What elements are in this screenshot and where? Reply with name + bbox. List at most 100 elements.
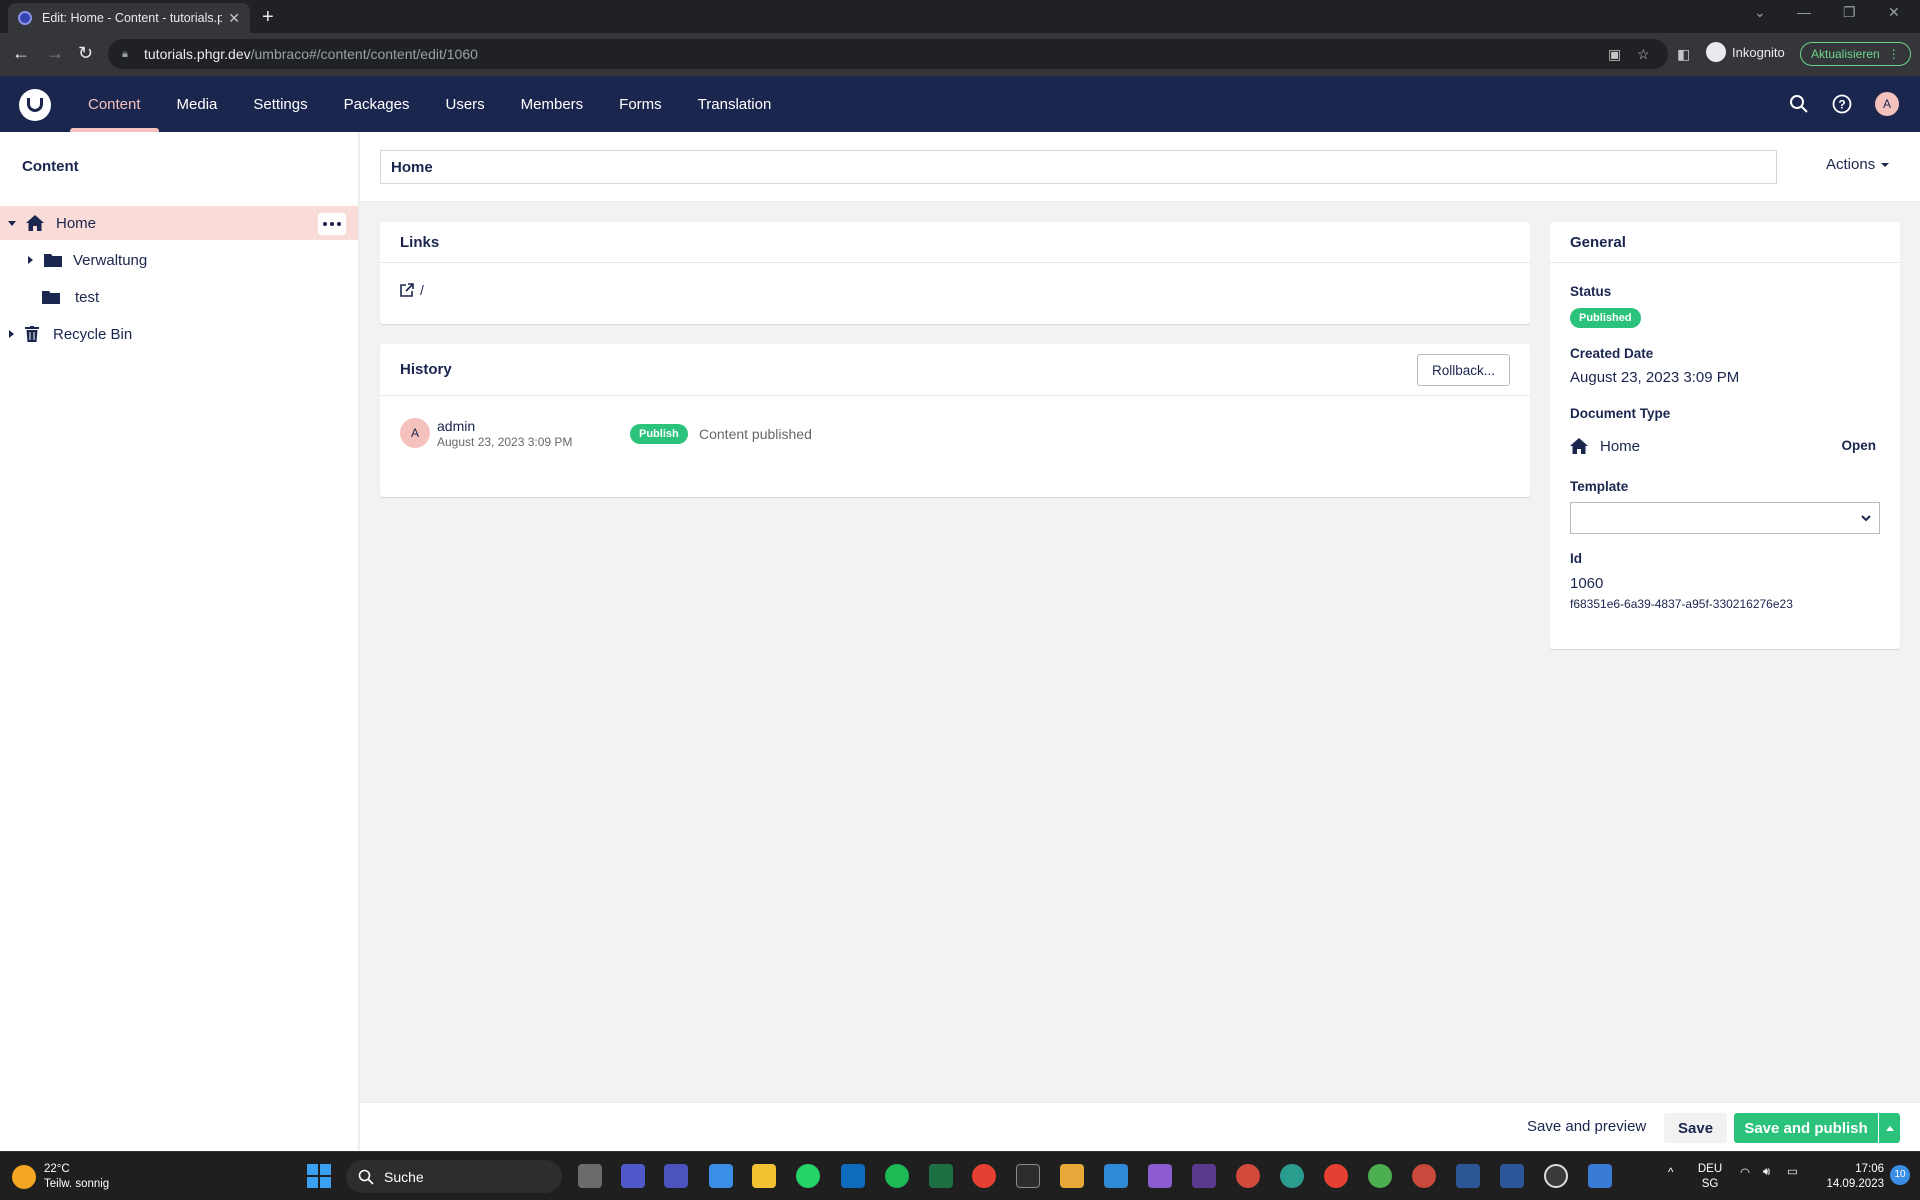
translate-icon[interactable]: ▣ [1608, 46, 1621, 63]
search-icon[interactable] [1789, 94, 1809, 114]
address-bar[interactable]: 🔒︎ tutorials.phgr.dev /umbraco#/content/… [108, 39, 1668, 69]
language-indicator[interactable]: DEU SG [1695, 1162, 1725, 1192]
discord-icon[interactable] [621, 1164, 645, 1188]
history-user: admin [437, 418, 476, 434]
tab-title: Edit: Home - Content - tutorials.phgr.de… [42, 11, 223, 25]
clock[interactable]: 17:06 14.09.2023 [1814, 1162, 1884, 1192]
tray-chevron-up-icon[interactable]: ^ [1668, 1166, 1673, 1181]
save-and-publish-button[interactable]: Save and publish [1734, 1113, 1878, 1143]
tree-item-recycle-bin[interactable]: Recycle Bin [0, 317, 358, 351]
terminal-icon[interactable] [1016, 1164, 1040, 1188]
vscode-icon[interactable] [1104, 1164, 1128, 1188]
app-icon[interactable] [1280, 1164, 1304, 1188]
weather-sun-icon [12, 1165, 36, 1189]
section-users[interactable]: Users [427, 76, 502, 132]
save-and-preview-button[interactable]: Save and preview [1527, 1118, 1646, 1135]
open-doctype-link[interactable]: Open [1841, 438, 1876, 453]
forward-icon[interactable]: → [46, 43, 64, 64]
section-packages[interactable]: Packages [326, 76, 428, 132]
restore-icon[interactable]: ❐ [1843, 4, 1856, 21]
tools-icon[interactable] [1060, 1164, 1084, 1188]
taskbar-search[interactable]: Suche [346, 1160, 562, 1193]
tree-item-test[interactable]: test [0, 280, 358, 314]
tree-item-label: Recycle Bin [53, 325, 133, 343]
excel-icon[interactable] [929, 1164, 953, 1188]
section-settings[interactable]: Settings [235, 76, 325, 132]
app-icon[interactable] [1192, 1164, 1216, 1188]
visual-studio-icon[interactable] [1148, 1164, 1172, 1188]
rollback-button[interactable]: Rollback... [1416, 354, 1510, 386]
caret-down-icon [1881, 162, 1890, 167]
task-view-icon[interactable] [578, 1164, 602, 1188]
new-tab-icon[interactable]: + [262, 6, 274, 29]
weather-widget[interactable]: 22°C Teilw. sonnig [12, 1162, 109, 1192]
tree-item-home[interactable]: Home [0, 206, 358, 240]
save-button[interactable]: Save [1664, 1113, 1728, 1143]
chrome-icon[interactable] [1324, 1164, 1348, 1188]
section-media[interactable]: Media [159, 76, 236, 132]
reload-icon[interactable]: ↻ [78, 43, 93, 64]
folder-icon [44, 253, 62, 267]
whatsapp-icon[interactable] [796, 1164, 820, 1188]
publish-options-button[interactable] [1879, 1113, 1900, 1143]
caret-right-icon[interactable] [28, 256, 33, 264]
close-window-icon[interactable]: ✕ [1888, 4, 1900, 21]
minimize-icon[interactable]: — [1797, 4, 1811, 20]
actions-dropdown[interactable]: Actions [1826, 156, 1890, 173]
weather-text: Teilw. sonnig [44, 1178, 110, 1190]
update-browser-button[interactable]: Aktualisieren ⋮ [1800, 42, 1911, 66]
app-icon[interactable] [1456, 1164, 1480, 1188]
back-icon[interactable]: ← [12, 43, 30, 64]
link-url: / [420, 282, 424, 298]
wifi-icon[interactable]: ◠ [1740, 1166, 1750, 1181]
chrome-icon[interactable] [972, 1164, 996, 1188]
tree-item-verwaltung[interactable]: Verwaltung [0, 243, 358, 277]
app-icon[interactable] [1544, 1164, 1568, 1188]
teams-icon[interactable] [664, 1164, 688, 1188]
incognito-indicator[interactable]: Inkognito [1706, 42, 1785, 62]
id-value: 1060 [1570, 575, 1604, 592]
chrome-profile-icon[interactable] [1368, 1164, 1392, 1188]
active-app-icon[interactable] [1588, 1164, 1612, 1188]
volume-icon[interactable]: 🔊︎ [1763, 1165, 1770, 1180]
user-avatar[interactable]: A [1875, 92, 1899, 116]
browser-tabbar: Edit: Home - Content - tutorials.phgr.de… [0, 0, 1920, 33]
bookmark-star-icon[interactable]: ☆ [1637, 46, 1650, 63]
help-icon[interactable]: ? [1832, 94, 1852, 114]
document-type-label: Document Type [1570, 406, 1671, 421]
more-options-button[interactable] [318, 213, 346, 235]
template-select[interactable] [1570, 502, 1880, 534]
links-panel: Links / [380, 222, 1530, 324]
editor-footer: Save and preview Save Save and publish [360, 1102, 1920, 1151]
file-explorer-icon[interactable] [752, 1164, 776, 1188]
section-members[interactable]: Members [503, 76, 602, 132]
tree-item-label: test [75, 288, 100, 306]
outlook-icon[interactable] [841, 1164, 865, 1188]
windows-start-icon[interactable] [307, 1164, 331, 1188]
close-tab-icon[interactable]: ✕ [228, 10, 240, 27]
publish-badge: Publish [630, 424, 688, 444]
links-title: Links [380, 222, 1530, 263]
browser-tab[interactable]: Edit: Home - Content - tutorials.phgr.de… [8, 3, 250, 33]
document-type-value[interactable]: Home [1600, 438, 1640, 455]
notification-badge[interactable]: 10 [1890, 1165, 1910, 1185]
content-name-input[interactable]: Home [380, 150, 1777, 184]
section-content[interactable]: Content [70, 76, 159, 132]
chevron-down-icon[interactable]: ⌄ [1754, 4, 1766, 21]
caret-right-icon[interactable] [9, 330, 14, 338]
id-label: Id [1570, 551, 1582, 566]
section-forms[interactable]: Forms [601, 76, 680, 132]
chrome-profile-icon[interactable] [1236, 1164, 1260, 1188]
spotify-icon[interactable] [885, 1164, 909, 1188]
word-icon[interactable] [1500, 1164, 1524, 1188]
status-badge: Published [1570, 308, 1641, 328]
caret-down-icon[interactable] [8, 220, 16, 226]
section-translation[interactable]: Translation [680, 76, 790, 132]
todo-icon[interactable] [709, 1164, 733, 1188]
link-item[interactable]: / [400, 282, 424, 298]
side-panel-icon[interactable]: ◧ [1677, 46, 1690, 63]
chrome-profile-icon[interactable] [1412, 1164, 1436, 1188]
browser-toolbar: ← → ↻ 🔒︎ tutorials.phgr.dev /umbraco#/co… [0, 33, 1920, 76]
umbraco-logo[interactable] [19, 89, 51, 121]
battery-icon[interactable]: ▭ [1787, 1165, 1798, 1180]
